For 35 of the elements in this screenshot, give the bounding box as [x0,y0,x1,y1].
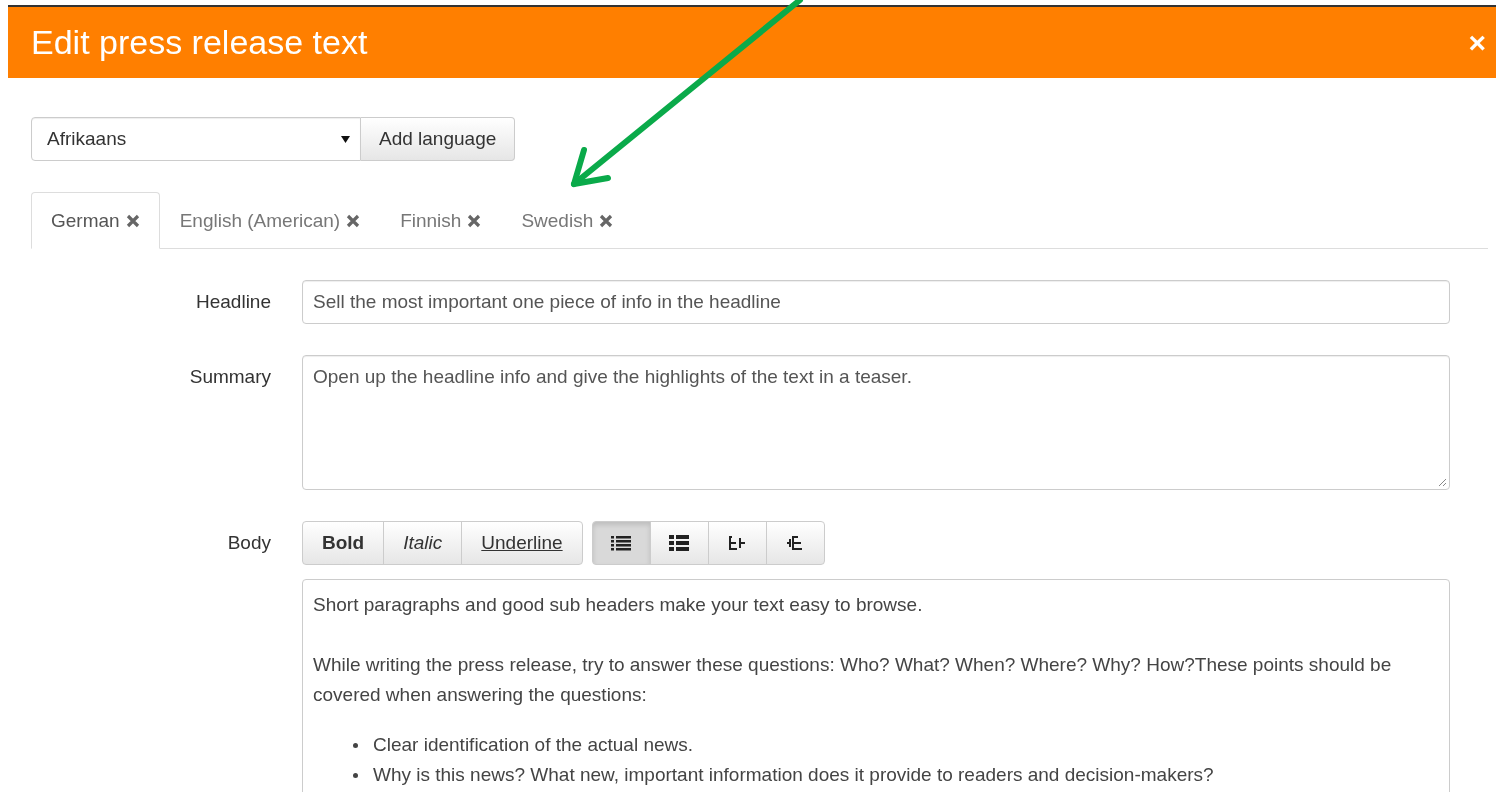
bullet-text: Why is this news? What new, important information does it provide to readers and decision-makers? [373,763,1214,787]
language-tab[interactable]: Swedish [501,192,634,249]
resize-grip-icon[interactable] [1437,477,1447,487]
headline-field[interactable]: Sell the most important one piece of info in the headline [302,280,1450,324]
body-paragraph: Short paragraphs and good sub headers make your text easy to browse. [313,594,923,615]
bullet-icon [353,772,358,778]
close-icon[interactable] [599,213,614,228]
language-select[interactable]: Afrikaans [31,117,361,161]
language-tab[interactable]: Finnish [380,192,502,249]
format-button[interactable]: Italic [383,521,463,565]
body-editor[interactable] [302,579,1450,792]
list-button[interactable] [649,521,709,565]
outdent-icon [727,535,748,551]
bullet-list-icon [611,535,632,551]
list-button[interactable] [707,521,767,565]
bullet-icon [353,742,358,748]
list-button[interactable] [765,521,825,565]
format-button[interactable]: Bold [302,521,385,565]
list-icon [669,535,690,551]
bullet-text: Clear identification of the actual news. [373,733,693,757]
language-tab[interactable]: English (American) [159,192,381,249]
field-label: Body [226,531,272,554]
add-language-button[interactable]: Add language [361,117,516,161]
caret-icon [341,135,350,143]
close-icon[interactable] [467,213,482,228]
field-label: Summary [188,365,272,388]
summary-field[interactable]: Open up the headline info and give the highlights of the text in a teaser. [302,355,1450,490]
language-tab[interactable]: German [31,192,160,249]
format-button[interactable]: Underline [461,521,583,565]
list-button[interactable] [591,521,651,565]
body-paragraph: While writing the press release, try to answer these questions: Who? What? When? Where? Why? How?These points should be covered when answering the questions: [313,654,1392,705]
dialog-title: Edit press release text [31,23,368,62]
close-icon[interactable] [346,213,361,228]
field-label: Headline [195,290,272,313]
close-icon[interactable] [125,213,140,228]
